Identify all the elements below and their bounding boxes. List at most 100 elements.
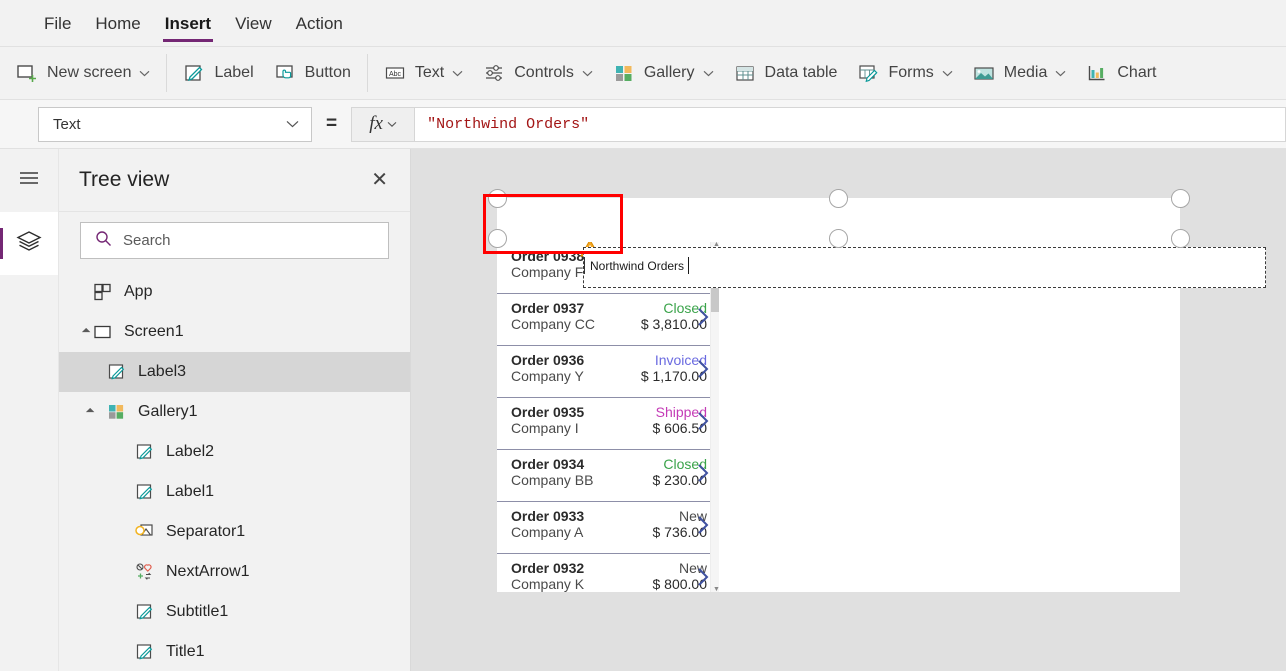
chart-button-label: Chart: [1117, 64, 1157, 81]
tree-view-title: Tree view: [79, 168, 170, 191]
twisty-expanded-icon[interactable]: [79, 327, 93, 337]
label3-selected-control[interactable]: Northwind Orders: [583, 247, 1266, 288]
search-input[interactable]: Search: [80, 222, 389, 259]
resize-handle-bottom-center[interactable]: [829, 229, 848, 248]
text-button[interactable]: Abc Text: [374, 54, 473, 92]
separator-icon: [135, 522, 155, 542]
gallery-item[interactable]: Order 0933 New Company A $ 736.00: [497, 502, 719, 554]
tree-item-separator1[interactable]: Separator1: [59, 512, 410, 552]
tree-item-gallery1[interactable]: Gallery1: [59, 392, 410, 432]
controls-sliders-icon: [483, 62, 505, 84]
button-icon: [274, 62, 296, 84]
order-title: Order 0932: [511, 560, 585, 576]
new-screen-label: New screen: [47, 64, 132, 81]
tree-item-title1[interactable]: Title1: [59, 632, 410, 671]
formula-bar: Text = fx "Northwind Orders": [0, 100, 1286, 149]
new-screen-button[interactable]: New screen: [6, 54, 160, 92]
ribbon-group-controls: Abc Text Controls Gallery Data table For…: [368, 47, 1173, 99]
gallery-item[interactable]: Order 0936 Invoiced Company Y $ 1,170.00: [497, 346, 719, 398]
ribbon-group-screens: New screen: [0, 47, 166, 99]
app-screen-preview: Order 0938 Closed Company F $ 2,870.00: [497, 198, 1266, 592]
tree-search-wrapper: Search: [59, 212, 410, 269]
fx-button[interactable]: fx: [351, 106, 415, 142]
app-icon: [93, 282, 113, 302]
chevron-down-icon: [387, 121, 397, 127]
text-abc-icon: Abc: [384, 62, 406, 84]
forms-button[interactable]: Forms: [847, 54, 962, 92]
resize-handle-top-center[interactable]: [829, 189, 848, 208]
tree-item-label3[interactable]: Label3: [59, 352, 410, 392]
new-screen-icon: [16, 62, 38, 84]
order-company: Company BB: [511, 472, 594, 488]
forms-icon: [857, 62, 879, 84]
gallery-item[interactable]: Order 0932 New Company K $ 800.00: [497, 554, 719, 592]
media-button-label: Media: [1003, 64, 1048, 81]
tree-item-label1[interactable]: Label1: [59, 472, 410, 512]
gallery-item[interactable]: Order 0934 Closed Company BB $ 230.00: [497, 450, 719, 502]
gallery-item[interactable]: Order 0937 Closed Company CC $ 3,810.00: [497, 294, 719, 346]
tree-item-screen1[interactable]: Screen1: [59, 312, 410, 352]
menu-item-action[interactable]: Action: [284, 0, 355, 47]
order-title: Order 0934: [511, 456, 585, 472]
tree-item-label: Label2: [166, 443, 215, 460]
tree-item-label: Label3: [138, 363, 187, 380]
resize-handle-top-left[interactable]: [488, 189, 507, 208]
label-icon: [107, 362, 127, 382]
order-title: Order 0933: [511, 508, 585, 524]
chevron-down-icon[interactable]: [582, 70, 593, 77]
tree-item-nextarrow1[interactable]: NextArrow1: [59, 552, 410, 592]
tree-item-label: Separator1: [166, 523, 246, 540]
order-company: Company F: [511, 264, 584, 280]
tree-item-label: Label1: [166, 483, 215, 500]
hamburger-menu-button[interactable]: [0, 149, 58, 212]
tree-item-subtitle1[interactable]: Subtitle1: [59, 592, 410, 632]
order-company: Company CC: [511, 316, 596, 332]
chevron-down-icon[interactable]: [703, 70, 714, 77]
label-button[interactable]: Label: [173, 54, 263, 92]
chart-bars-icon: [1086, 62, 1108, 84]
controls-button[interactable]: Controls: [473, 54, 603, 92]
tree-item-label: Title1: [166, 643, 205, 660]
chevron-down-icon[interactable]: [139, 70, 150, 77]
resize-handle-top-right[interactable]: [1171, 189, 1190, 208]
menu-item-file[interactable]: File: [32, 0, 83, 47]
resize-handle-bottom-left[interactable]: [488, 229, 507, 248]
tree-item-label: App: [124, 283, 153, 300]
gallery1-control[interactable]: Order 0938 Closed Company F $ 2,870.00: [497, 242, 719, 592]
gallery-button[interactable]: Gallery: [603, 54, 724, 92]
scroll-down-icon[interactable]: ▼: [713, 586, 719, 592]
close-icon[interactable]: ✕: [371, 170, 388, 190]
nextarrow-icon: [135, 562, 155, 582]
chevron-down-icon[interactable]: [1055, 70, 1066, 77]
resize-handle-bottom-right[interactable]: [1171, 229, 1190, 248]
data-table-button[interactable]: Data table: [724, 54, 848, 92]
tree-item-app[interactable]: App: [59, 272, 410, 312]
media-button[interactable]: Media: [963, 54, 1077, 92]
twisty-expanded-icon[interactable]: [83, 407, 97, 417]
button-button[interactable]: Button: [264, 54, 361, 92]
order-company: Company I: [511, 420, 579, 436]
tree-item-label2[interactable]: Label2: [59, 432, 410, 472]
chevron-down-icon[interactable]: [942, 70, 953, 77]
label3-text: Northwind Orders: [590, 259, 685, 273]
tree-item-label: NextArrow1: [166, 563, 250, 580]
order-title: Order 0935: [511, 404, 585, 420]
menu-item-view[interactable]: View: [223, 0, 284, 47]
gallery-scrollbar[interactable]: ▲ ▼: [710, 242, 719, 592]
button-button-label: Button: [304, 64, 351, 81]
order-company: Company A: [511, 524, 584, 540]
chart-button[interactable]: Chart: [1076, 54, 1166, 92]
tree-view-rail-tab[interactable]: [0, 212, 58, 275]
order-company: Company K: [511, 576, 585, 592]
power-apps-studio: File Home Insert View Action New screen: [0, 0, 1286, 671]
app-canvas[interactable]: Order 0938 Closed Company F $ 2,870.00: [411, 149, 1286, 671]
chevron-down-icon[interactable]: [452, 70, 463, 77]
formula-input[interactable]: "Northwind Orders": [414, 106, 1286, 142]
order-title: Order 0936: [511, 352, 585, 368]
menu-item-home[interactable]: Home: [83, 0, 152, 47]
property-select[interactable]: Text: [38, 106, 312, 142]
menu-item-insert[interactable]: Insert: [153, 0, 223, 47]
gallery-item[interactable]: Order 0935 Shipped Company I $ 606.50: [497, 398, 719, 450]
gallery-grid-icon: [613, 62, 635, 84]
data-table-icon: [734, 62, 756, 84]
